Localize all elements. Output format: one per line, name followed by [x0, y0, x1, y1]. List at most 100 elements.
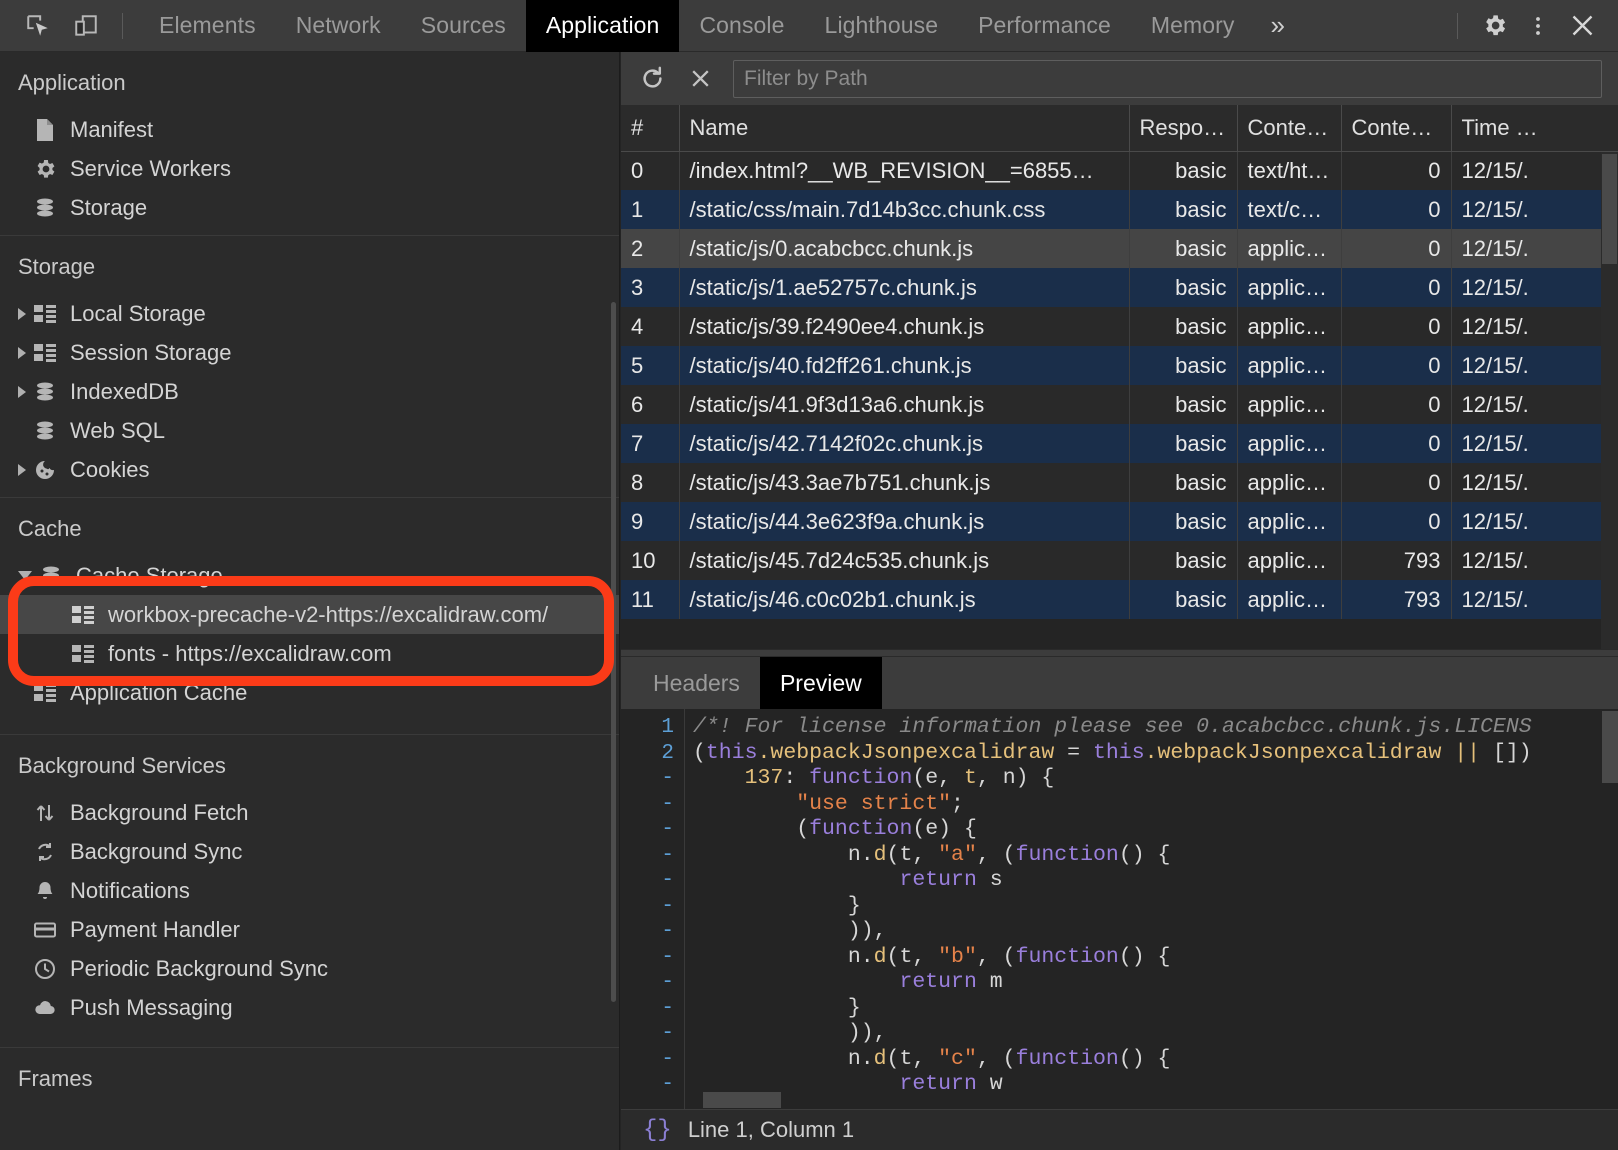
- sidebar-item-service-workers[interactable]: Service Workers: [0, 149, 619, 188]
- cell-name: /static/js/0.acabcbcc.chunk.js: [679, 229, 1129, 268]
- devtools-toolbar: Elements Network Sources Application Con…: [0, 0, 1618, 52]
- table-row[interactable]: 0 /index.html?__WB_REVISION__=6855… basi…: [621, 151, 1618, 190]
- sidebar-header-frames: Frames: [0, 1048, 619, 1106]
- gear-icon[interactable]: [1474, 6, 1514, 46]
- tab-preview[interactable]: Preview: [760, 657, 882, 709]
- cell-content-type: text/c…: [1237, 190, 1341, 229]
- cell-response-type: basic: [1129, 580, 1237, 619]
- code-line: /*! For license information please see 0…: [685, 715, 1618, 741]
- tab-network[interactable]: Network: [276, 0, 401, 52]
- column-header-content-type[interactable]: Conte…: [1237, 105, 1341, 151]
- table-row[interactable]: 7 /static/js/42.7142f02c.chunk.js basic …: [621, 424, 1618, 463]
- sidebar-item-fonts-cache[interactable]: fonts - https://excalidraw.com: [0, 634, 619, 673]
- sidebar-item-background-sync[interactable]: Background Sync: [0, 832, 619, 871]
- sidebar-item-local-storage[interactable]: Local Storage: [0, 294, 619, 333]
- expand-arrow-icon[interactable]: [18, 386, 26, 398]
- gutter-line: 2: [621, 741, 684, 767]
- table-row[interactable]: 9 /static/js/44.3e623f9a.chunk.js basic …: [621, 502, 1618, 541]
- sidebar-item-application-cache[interactable]: Application Cache: [0, 673, 619, 712]
- code-content[interactable]: /*! For license information please see 0…: [685, 709, 1618, 1109]
- kebab-menu-icon[interactable]: [1518, 6, 1558, 46]
- tab-console[interactable]: Console: [679, 0, 804, 52]
- cloud-icon: [32, 995, 58, 1021]
- table-row[interactable]: 5 /static/js/40.fd2ff261.chunk.js basic …: [621, 346, 1618, 385]
- tab-sources[interactable]: Sources: [401, 0, 526, 52]
- sidebar-item-label: IndexedDB: [70, 379, 179, 405]
- column-header-index[interactable]: #: [621, 105, 679, 151]
- code-horizontal-scrollbar-track[interactable]: [685, 1091, 1618, 1109]
- sidebar-item-cache-storage[interactable]: Cache Storage: [0, 556, 619, 595]
- tab-headers[interactable]: Headers: [633, 657, 760, 709]
- table-row[interactable]: 10 /static/js/45.7d24c535.chunk.js basic…: [621, 541, 1618, 580]
- sidebar-item-label: Cache Storage: [76, 563, 223, 589]
- application-sidebar: Application Manifest Servi: [0, 52, 620, 1150]
- filter-by-path-input[interactable]: [733, 60, 1602, 98]
- collapse-arrow-icon[interactable]: [18, 571, 32, 580]
- sidebar-item-workbox-precache[interactable]: workbox-precache-v2-https://excalidraw.c…: [0, 595, 619, 634]
- sidebar-item-session-storage[interactable]: Session Storage: [0, 333, 619, 372]
- cell-time-cached: 12/15/.: [1451, 541, 1618, 580]
- cursor-position-label: Line 1, Column 1: [688, 1117, 854, 1143]
- tab-performance[interactable]: Performance: [958, 0, 1131, 52]
- tab-elements[interactable]: Elements: [139, 0, 276, 52]
- sidebar-scrollbar-thumb[interactable]: [611, 302, 616, 1002]
- column-header-content-length[interactable]: Conte…: [1341, 105, 1451, 151]
- database-icon: [32, 195, 58, 221]
- table-row[interactable]: 1 /static/css/main.7d14b3cc.chunk.css ba…: [621, 190, 1618, 229]
- code-horizontal-scrollbar-thumb[interactable]: [703, 1092, 781, 1108]
- sidebar-item-storage[interactable]: Storage: [0, 188, 619, 227]
- tab-application[interactable]: Application: [526, 0, 680, 52]
- code-line: return m: [685, 970, 1618, 996]
- device-toolbar-icon[interactable]: [66, 6, 106, 46]
- tab-lighthouse[interactable]: Lighthouse: [805, 0, 959, 52]
- table-row[interactable]: 2 /static/js/0.acabcbcc.chunk.js basic a…: [621, 229, 1618, 268]
- code-line: (function(e) {: [685, 817, 1618, 843]
- code-vertical-scrollbar-thumb[interactable]: [1602, 711, 1618, 783]
- sidebar-item-label: Periodic Background Sync: [70, 956, 328, 982]
- sidebar-item-label: Background Fetch: [70, 800, 249, 826]
- sidebar-item-web-sql[interactable]: Web SQL: [0, 411, 619, 450]
- cell-time-cached: 12/15/.: [1451, 190, 1618, 229]
- expand-arrow-icon[interactable]: [18, 464, 26, 476]
- table-scrollbar-thumb[interactable]: [1602, 154, 1617, 264]
- refresh-icon[interactable]: [633, 60, 671, 98]
- sidebar-item-label: Manifest: [70, 117, 153, 143]
- table-row[interactable]: 8 /static/js/43.3ae7b751.chunk.js basic …: [621, 463, 1618, 502]
- panel-tabs: Elements Network Sources Application Con…: [139, 0, 1301, 52]
- sidebar-item-payment-handler[interactable]: Payment Handler: [0, 910, 619, 949]
- tab-memory[interactable]: Memory: [1131, 0, 1255, 52]
- close-icon[interactable]: [1562, 6, 1602, 46]
- sidebar-item-indexeddb[interactable]: IndexedDB: [0, 372, 619, 411]
- sidebar-item-manifest[interactable]: Manifest: [0, 110, 619, 149]
- pretty-print-icon[interactable]: {}: [643, 1117, 672, 1144]
- table-row[interactable]: 3 /static/js/1.ae52757c.chunk.js basic a…: [621, 268, 1618, 307]
- cell-name: /static/js/43.3ae7b751.chunk.js: [679, 463, 1129, 502]
- clear-icon[interactable]: [681, 60, 719, 98]
- expand-arrow-icon[interactable]: [18, 308, 26, 320]
- column-header-name[interactable]: Name: [679, 105, 1129, 151]
- sidebar-item-periodic-background-sync[interactable]: Periodic Background Sync: [0, 949, 619, 988]
- cell-response-type: basic: [1129, 346, 1237, 385]
- panel-splitter[interactable]: [621, 649, 1618, 657]
- code-token-comment: /*! For license information please see 0…: [693, 715, 1532, 739]
- more-tabs-chevron-icon[interactable]: »: [1255, 10, 1301, 41]
- column-header-response-type[interactable]: Respo…: [1129, 105, 1237, 151]
- sidebar-item-background-fetch[interactable]: Background Fetch: [0, 793, 619, 832]
- sidebar-item-push-messaging[interactable]: Push Messaging: [0, 988, 619, 1027]
- expand-arrow-icon[interactable]: [18, 347, 26, 359]
- cell-content-length: 0: [1341, 463, 1451, 502]
- toolbar-right-actions: [1451, 0, 1618, 52]
- table-row[interactable]: 6 /static/js/41.9f3d13a6.chunk.js basic …: [621, 385, 1618, 424]
- cell-name: /static/css/main.7d14b3cc.chunk.css: [679, 190, 1129, 229]
- cell-index: 10: [621, 541, 679, 580]
- table-icon: [32, 340, 58, 366]
- table-row[interactable]: 4 /static/js/39.f2490ee4.chunk.js basic …: [621, 307, 1618, 346]
- cell-index: 3: [621, 268, 679, 307]
- table-icon: [32, 680, 58, 706]
- sidebar-item-notifications[interactable]: Notifications: [0, 871, 619, 910]
- sidebar-item-cookies[interactable]: Cookies: [0, 450, 619, 489]
- table-row[interactable]: 11 /static/js/46.c0c02b1.chunk.js basic …: [621, 580, 1618, 619]
- column-header-time-cached[interactable]: Time …: [1451, 105, 1618, 151]
- cell-response-type: basic: [1129, 268, 1237, 307]
- inspect-element-icon[interactable]: [18, 6, 58, 46]
